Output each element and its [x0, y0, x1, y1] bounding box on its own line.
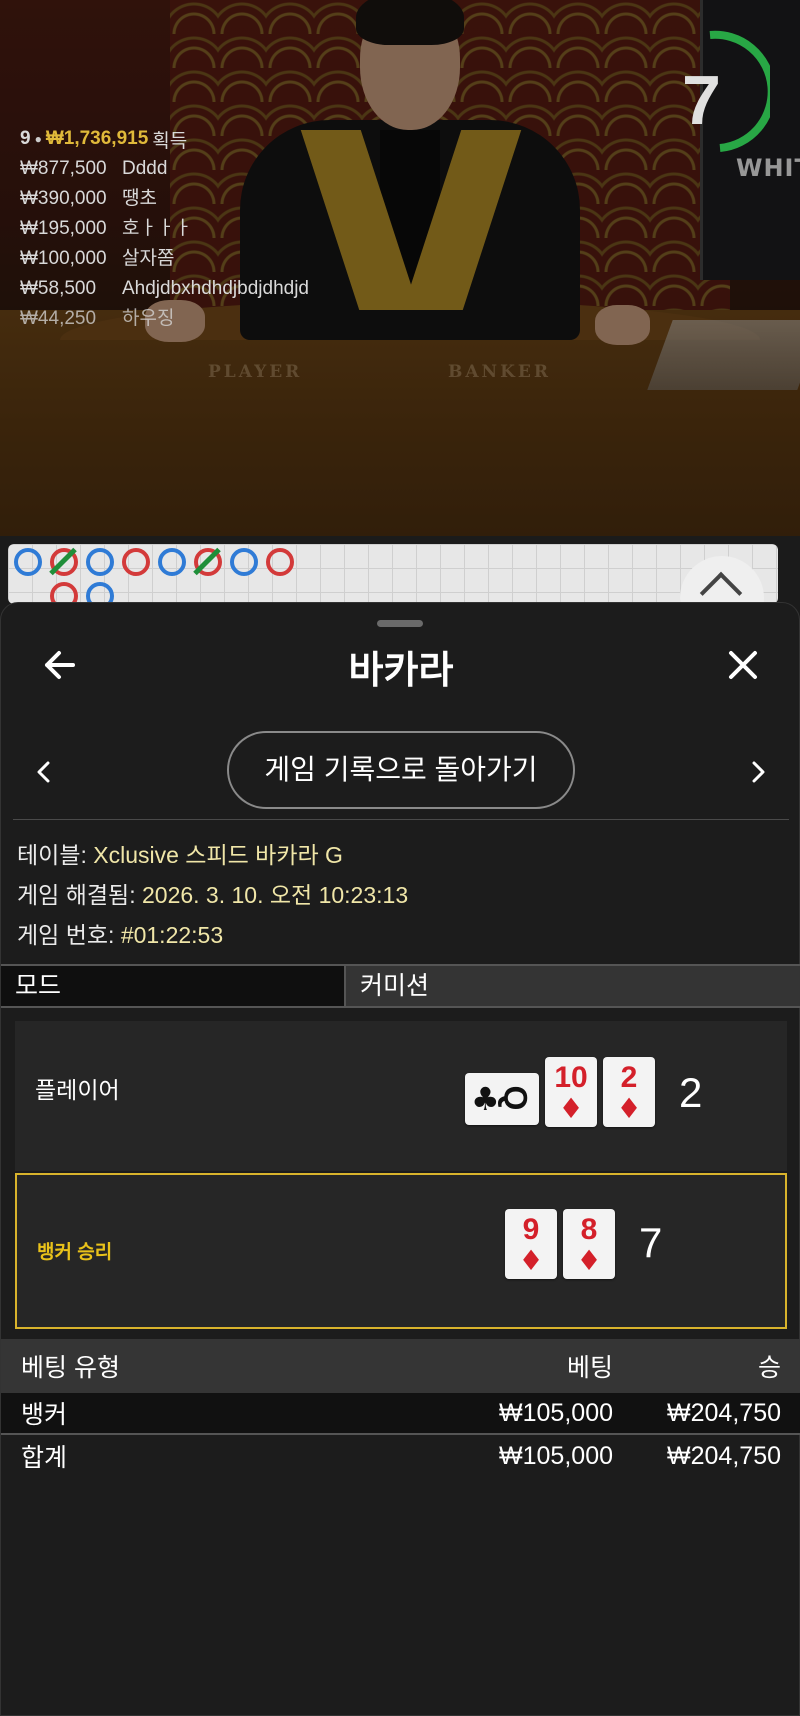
winner-amount: ₩877,500	[20, 158, 107, 179]
sheet-grabber[interactable]	[377, 620, 423, 627]
winner-row: ₩390,000 땡초	[20, 184, 309, 214]
bet-type: 뱅커	[21, 1401, 68, 1429]
winners-summary: 9 ● ₩1,736,915 획득	[20, 124, 309, 154]
bead-road[interactable]	[8, 544, 778, 610]
road-banker-marker	[122, 548, 150, 576]
banker-outcome: 뱅커 승리 9 ♦ 8 ♦ 7	[15, 1173, 787, 1329]
winner-row: ₩100,000 살자쫌	[20, 244, 309, 274]
winner-amount: ₩195,000	[20, 218, 107, 239]
winners-count: 9	[20, 128, 31, 149]
sheet-title: 바카라	[348, 650, 454, 692]
winner-amount: ₩44,250	[20, 308, 97, 329]
winners-total: ₩1,736,915	[45, 128, 149, 149]
bets-table: 베팅 유형 베팅 승 뱅커 ₩105,000 ₩204,750 합계 ₩105,…	[1, 1339, 800, 1477]
winner-row: ₩877,500 Dddd	[20, 154, 309, 184]
countdown-timer-value: 7	[682, 61, 721, 139]
playing-card-sideways: ♣ Q	[465, 1073, 539, 1125]
table-label: 테이블:	[17, 842, 87, 868]
resolved-info: 게임 해결됨: 2026. 3. 10. 오전 10:23:13	[17, 875, 408, 915]
diamond-suit-icon: ♦	[616, 1092, 642, 1125]
winners-suffix: 획득	[152, 130, 188, 152]
bet-type-header: 베팅 유형	[21, 1354, 120, 1382]
winner-name: Ahdjdbxhdhdjbdjdhdjd	[122, 278, 309, 299]
card-rank: 9	[522, 1213, 540, 1246]
table-info: 테이블: Xclusive 스피드 바카라 G	[17, 835, 408, 875]
winner-amount: ₩390,000	[20, 188, 107, 209]
winner-row: ₩195,000 호ㅏㅏㅏ	[20, 214, 309, 244]
road-player-marker	[14, 548, 42, 576]
bet-amount: ₩105,000	[499, 1398, 613, 1427]
card-rank: 2	[620, 1061, 638, 1094]
winner-amount: ₩58,500	[20, 278, 97, 299]
diamond-suit-icon: ♦	[558, 1092, 584, 1125]
winner-name: 살자쫌	[122, 248, 175, 269]
playing-card: 2 ♦	[603, 1057, 655, 1127]
road-player-marker	[158, 548, 186, 576]
playing-card: 9 ♦	[505, 1209, 557, 1279]
playing-card: 8 ♦	[563, 1209, 615, 1279]
mode-bar: 모드 커미션	[1, 964, 800, 1008]
total-win: ₩204,750	[667, 1441, 781, 1470]
winner-row: ₩58,500 Ahdjdbxhdhdjbdjdhdjd	[20, 274, 309, 304]
game-detail-sheet: 바카라 게임 기록으로 돌아가기 테이블: Xclusive 스피드 바카라 G…	[0, 602, 800, 1716]
total-label: 합계	[21, 1444, 68, 1472]
game-number-info: 게임 번호: #01:22:53	[17, 915, 408, 955]
app-root: PLAYER BANKER WHIT 7 9 ● ₩1,736,915 획득 ₩…	[0, 0, 800, 1716]
bets-header: 베팅 유형 베팅 승	[1, 1339, 800, 1393]
diamond-suit-icon: ♦	[518, 1244, 544, 1277]
close-icon[interactable]	[723, 645, 763, 685]
road-player-marker	[230, 548, 258, 576]
live-video[interactable]: PLAYER BANKER WHIT 7 9 ● ₩1,736,915 획득 ₩…	[0, 0, 800, 536]
road-player-marker	[86, 548, 114, 576]
win-amount: ₩204,750	[667, 1398, 781, 1427]
playing-card: 10 ♦	[545, 1057, 597, 1127]
diamond-suit-icon: ♦	[576, 1244, 602, 1277]
winner-name: 땡초	[122, 188, 157, 209]
road-banker-marker	[266, 548, 294, 576]
game-number-value: #01:22:53	[120, 922, 224, 948]
table-row: 뱅커 ₩105,000 ₩204,750	[1, 1393, 800, 1435]
table-row-total: 합계 ₩105,000 ₩204,750	[1, 1435, 800, 1477]
winner-name: Dddd	[122, 158, 168, 179]
win-header: 승	[757, 1354, 781, 1382]
winner-amount: ₩100,000	[20, 248, 107, 269]
winner-row: ₩44,250 하우징	[20, 304, 309, 334]
bet-header: 베팅	[566, 1354, 613, 1382]
card-rank: 8	[580, 1213, 598, 1246]
previous-game-chevron-icon[interactable]	[29, 757, 59, 787]
resolved-value: 2026. 3. 10. 오전 10:23:13	[141, 882, 409, 908]
winners-list: 9 ● ₩1,736,915 획득 ₩877,500 Dddd ₩390,000 땡…	[20, 124, 309, 334]
next-game-chevron-icon[interactable]	[743, 757, 773, 787]
player-score: 2	[679, 1069, 703, 1116]
player-outcome: 플레이어 ♣ Q 10 ♦ 2 ♦ 2	[15, 1021, 787, 1171]
winner-name: 하우징	[122, 308, 175, 329]
card-rank: 10	[554, 1061, 588, 1094]
person-icon: ●	[34, 132, 42, 146]
game-info: 테이블: Xclusive 스피드 바카라 G 게임 해결됨: 2026. 3.…	[17, 835, 408, 955]
card-rank: Q	[497, 1085, 534, 1111]
player-label: 플레이어	[35, 1077, 120, 1103]
mode-label: 모드	[1, 966, 346, 1006]
commission-label: 커미션	[346, 966, 800, 1006]
winner-name: 호ㅏㅏㅏ	[122, 218, 192, 239]
game-number-label: 게임 번호:	[17, 922, 115, 948]
back-to-history-button[interactable]: 게임 기록으로 돌아가기	[227, 731, 575, 809]
total-bet: ₩105,000	[499, 1441, 613, 1470]
banker-score: 7	[639, 1219, 663, 1266]
resolved-label: 게임 해결됨:	[17, 882, 136, 908]
divider	[13, 819, 789, 820]
table-value: Xclusive 스피드 바카라 G	[93, 842, 343, 868]
banker-win-label: 뱅커 승리	[37, 1242, 113, 1263]
